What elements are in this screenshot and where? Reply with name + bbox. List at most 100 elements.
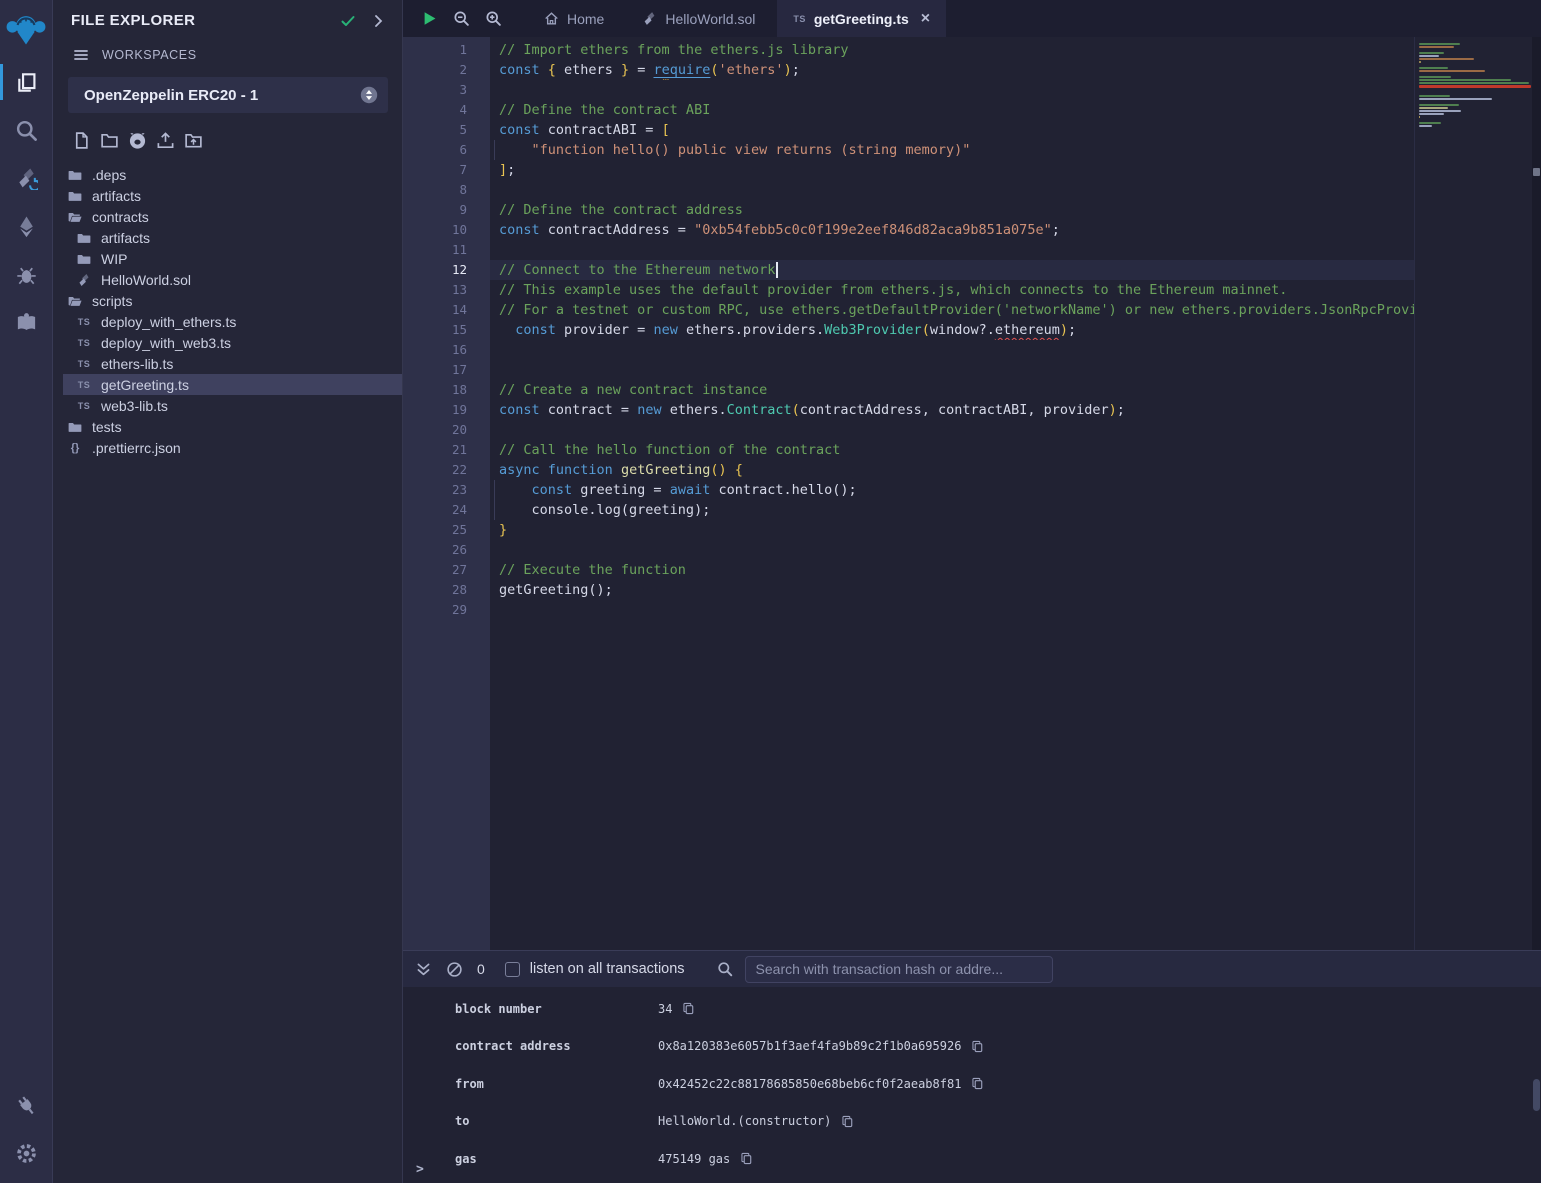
code-line-content[interactable]: // Import ethers from the ethers.js libr… — [490, 40, 1414, 60]
activity-item-debugger[interactable] — [0, 250, 52, 298]
code-line-content[interactable]: const contractAddress = "0xb54febb5c0c0f… — [490, 220, 1414, 240]
line-number[interactable]: 24 — [403, 500, 490, 520]
line-number[interactable]: 11 — [403, 240, 490, 260]
code-line-25[interactable]: 25} — [403, 520, 1414, 540]
editor-scrollbar-thumb[interactable] — [1533, 168, 1540, 176]
code-line-content[interactable] — [490, 180, 1414, 200]
code-line-29[interactable]: 29 — [403, 600, 1414, 620]
code-line-content[interactable]: console.log(greeting); — [490, 500, 1414, 520]
activity-item-solidity-compiler[interactable] — [0, 154, 52, 202]
line-number[interactable]: 16 — [403, 340, 490, 360]
copy-icon[interactable] — [740, 1152, 753, 1165]
tree-item-artifacts[interactable]: artifacts — [63, 227, 402, 248]
code-line-21[interactable]: 21// Call the hello function of the cont… — [403, 440, 1414, 460]
code-line-content[interactable]: const greeting = await contract.hello(); — [490, 480, 1414, 500]
line-number[interactable]: 2 — [403, 60, 490, 80]
code-line-23[interactable]: 23 const greeting = await contract.hello… — [403, 480, 1414, 500]
line-number[interactable]: 8 — [403, 180, 490, 200]
tree-item-artifacts[interactable]: artifacts — [63, 185, 402, 206]
code-line-content[interactable]: const contract = new ethers.Contract(con… — [490, 400, 1414, 420]
tree-item-deploy-with-ethers-ts[interactable]: TSdeploy_with_ethers.ts — [63, 311, 402, 332]
code-line-7[interactable]: 7]; — [403, 160, 1414, 180]
code-line-12[interactable]: 12// Connect to the Ethereum network — [403, 260, 1414, 280]
code-line-24[interactable]: 24 console.log(greeting); — [403, 500, 1414, 520]
code-line-content[interactable]: const contractABI = [ — [490, 120, 1414, 140]
line-number[interactable]: 20 — [403, 420, 490, 440]
line-number[interactable]: 5 — [403, 120, 490, 140]
code-line-5[interactable]: 5const contractABI = [ — [403, 120, 1414, 140]
line-number[interactable]: 3 — [403, 80, 490, 100]
tree-item-helloworld-sol[interactable]: HelloWorld.sol — [63, 269, 402, 290]
activity-item-deploy-and-run[interactable] — [0, 202, 52, 250]
code-line-6[interactable]: 6 "function hello() public view returns … — [403, 140, 1414, 160]
code-line-17[interactable]: 17 — [403, 360, 1414, 380]
line-number[interactable]: 28 — [403, 580, 490, 600]
activity-item-learneth[interactable] — [0, 298, 52, 346]
zoom-in-icon[interactable] — [485, 10, 502, 27]
line-number[interactable]: 12 — [403, 260, 490, 280]
code-line-content[interactable]: // Define the contract address — [490, 200, 1414, 220]
line-number[interactable]: 18 — [403, 380, 490, 400]
line-number[interactable]: 29 — [403, 600, 490, 620]
code-line-content[interactable]: // For a testnet or custom RPC, use ethe… — [490, 300, 1414, 320]
code-line-9[interactable]: 9// Define the contract address — [403, 200, 1414, 220]
code-line-content[interactable] — [490, 340, 1414, 360]
line-number[interactable]: 1 — [403, 40, 490, 60]
activity-item-settings[interactable] — [0, 1129, 52, 1177]
tree-item-scripts[interactable]: scripts — [63, 290, 402, 311]
line-number[interactable]: 17 — [403, 360, 490, 380]
code-line-content[interactable]: // Create a new contract instance — [490, 380, 1414, 400]
upload-folder-button[interactable] — [184, 131, 203, 150]
copy-icon[interactable] — [841, 1115, 854, 1128]
line-number[interactable]: 9 — [403, 200, 490, 220]
minimap[interactable] — [1414, 37, 1532, 950]
code-line-content[interactable]: ]; — [490, 160, 1414, 180]
run-script-button[interactable] — [421, 10, 438, 27]
code-line-18[interactable]: 18// Create a new contract instance — [403, 380, 1414, 400]
code-line-1[interactable]: 1// Import ethers from the ethers.js lib… — [403, 40, 1414, 60]
code-line-content[interactable]: // Call the hello function of the contra… — [490, 440, 1414, 460]
zoom-out-icon[interactable] — [453, 10, 470, 27]
line-number[interactable]: 4 — [403, 100, 490, 120]
line-number[interactable]: 14 — [403, 300, 490, 320]
code-line-content[interactable]: async function getGreeting() { — [490, 460, 1414, 480]
code-line-content[interactable] — [490, 600, 1414, 620]
code-line-3[interactable]: 3 — [403, 80, 1414, 100]
terminal-search-input[interactable] — [745, 956, 1053, 983]
tree-item--deps[interactable]: .deps — [63, 164, 402, 185]
activity-item-search-in-files[interactable] — [0, 106, 52, 154]
code-line-16[interactable]: 16 — [403, 340, 1414, 360]
terminal-prompt[interactable]: > — [416, 1162, 424, 1177]
code-line-content[interactable] — [490, 540, 1414, 560]
code-line-11[interactable]: 11 — [403, 240, 1414, 260]
tree-item-contracts[interactable]: contracts — [63, 206, 402, 227]
line-number[interactable]: 23 — [403, 480, 490, 500]
code-line-content[interactable]: } — [490, 520, 1414, 540]
tree-item-tests[interactable]: tests — [63, 416, 402, 437]
workspace-select[interactable]: OpenZeppelin ERC20 - 1 — [68, 77, 388, 113]
code-line-8[interactable]: 8 — [403, 180, 1414, 200]
code-line-28[interactable]: 28getGreeting(); — [403, 580, 1414, 600]
line-number[interactable]: 6 — [403, 140, 490, 160]
close-tab-icon[interactable]: × — [921, 11, 930, 27]
line-number[interactable]: 19 — [403, 400, 490, 420]
code-line-content[interactable]: getGreeting(); — [490, 580, 1414, 600]
upload-file-button[interactable] — [156, 131, 175, 150]
code-line-10[interactable]: 10const contractAddress = "0xb54febb5c0c… — [403, 220, 1414, 240]
code-line-content[interactable] — [490, 420, 1414, 440]
copy-icon[interactable] — [971, 1077, 984, 1090]
code-line-4[interactable]: 4// Define the contract ABI — [403, 100, 1414, 120]
tree-item--prettierrc-json[interactable]: {}.prettierrc.json — [63, 437, 402, 458]
code-line-content[interactable]: "function hello() public view returns (s… — [490, 140, 1414, 160]
activity-item-file-explorer[interactable] — [0, 58, 52, 106]
new-folder-button[interactable] — [100, 131, 119, 150]
tree-item-deploy-with-web3-ts[interactable]: TSdeploy_with_web3.ts — [63, 332, 402, 353]
code-line-content[interactable]: // Connect to the Ethereum network — [490, 260, 1414, 280]
line-number[interactable]: 10 — [403, 220, 490, 240]
code-line-content[interactable]: const provider = new ethers.providers.We… — [490, 320, 1414, 340]
code-line-13[interactable]: 13// This example uses the default provi… — [403, 280, 1414, 300]
code-line-26[interactable]: 26 — [403, 540, 1414, 560]
collapse-terminal-icon[interactable] — [415, 961, 432, 978]
tree-item-getgreeting-ts[interactable]: TSgetGreeting.ts — [63, 374, 402, 395]
code-line-19[interactable]: 19const contract = new ethers.Contract(c… — [403, 400, 1414, 420]
